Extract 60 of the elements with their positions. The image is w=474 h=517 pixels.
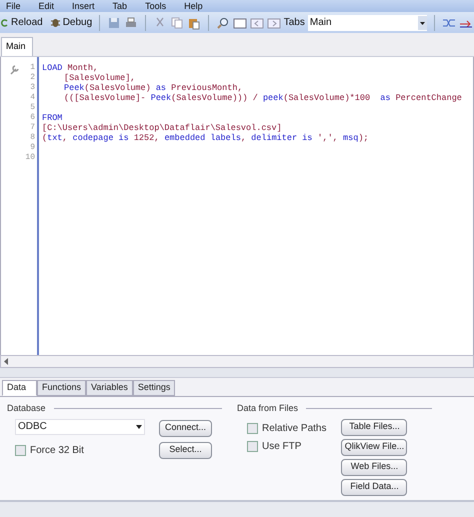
action-button[interactable]: Connect... bbox=[159, 420, 212, 436]
scroll-left-icon[interactable] bbox=[4, 358, 9, 365]
line-number: 1 bbox=[30, 63, 35, 73]
menu-item[interactable]: Help bbox=[184, 2, 203, 10]
tab-left-icon[interactable] bbox=[250, 16, 264, 30]
line-number: 7 bbox=[30, 123, 35, 133]
tabs-label: Tabs bbox=[284, 16, 305, 30]
menu-item[interactable]: Edit bbox=[38, 2, 54, 10]
code-line: [SalesVolume], bbox=[64, 73, 136, 83]
database-dropdown[interactable]: ODBC bbox=[15, 418, 145, 434]
printer-icon[interactable] bbox=[124, 16, 138, 30]
menu-item[interactable]: File bbox=[6, 2, 21, 10]
copy-icon[interactable] bbox=[170, 16, 184, 30]
menu-item[interactable]: Tab bbox=[112, 2, 128, 10]
panel-tab[interactable]: Variables bbox=[86, 380, 133, 396]
line-number: 8 bbox=[30, 133, 35, 143]
refresh-icon bbox=[1, 18, 9, 28]
action-button[interactable]: Select... bbox=[159, 442, 212, 458]
search-icon[interactable] bbox=[216, 16, 230, 30]
code-line: LOAD Month, bbox=[42, 63, 98, 73]
code-line: FROM bbox=[42, 113, 62, 123]
line-number: 6 bbox=[30, 113, 35, 123]
checkbox[interactable] bbox=[247, 440, 258, 452]
script-editor[interactable] bbox=[0, 57, 474, 355]
tab-right-icon[interactable] bbox=[266, 16, 281, 30]
menu-item[interactable]: Tools bbox=[145, 2, 166, 10]
checkbox[interactable] bbox=[15, 444, 26, 456]
code-line: [C:\Users\admin\Desktop\Dataflair\Salesvol.csv] bbox=[42, 123, 282, 133]
section-title: Data from Files bbox=[237, 402, 298, 415]
wrench-icon bbox=[9, 65, 19, 75]
checkbox-label: Use FTP bbox=[262, 440, 302, 454]
line-number: 5 bbox=[30, 103, 35, 113]
checkbox-label: Relative Paths bbox=[262, 422, 326, 436]
script-tab[interactable]: Main bbox=[1, 37, 33, 56]
bug-icon bbox=[50, 17, 61, 28]
section-title: Database bbox=[7, 402, 46, 415]
horizontal-scrollbar[interactable] bbox=[0, 355, 474, 368]
action-button[interactable]: QlikView File... bbox=[341, 438, 408, 456]
action-button[interactable]: Web Files... bbox=[341, 458, 408, 476]
panel-tab[interactable]: Settings bbox=[132, 380, 176, 396]
dropdown-arrow-icon bbox=[136, 424, 142, 428]
line-number: 9 bbox=[30, 143, 35, 153]
debug-button[interactable]: Debug bbox=[50, 15, 92, 30]
menu-item[interactable]: Insert bbox=[72, 2, 95, 10]
line-number: 4 bbox=[30, 93, 35, 103]
panel-tab[interactable]: Functions bbox=[37, 380, 86, 396]
action-button[interactable]: Field Data... bbox=[341, 478, 408, 496]
code-line: (txt, codepage is 1252, embedded labels, delimiter is ',', msq); bbox=[42, 133, 369, 143]
panel-tab[interactable]: Data bbox=[2, 380, 38, 396]
code-line: (([SalesVolume]- Peek(SalesVolume))) / peek(SalesVolume)*100 as PercentChange bbox=[64, 93, 462, 103]
reload-button[interactable]: Reload bbox=[1, 15, 43, 30]
checkbox[interactable] bbox=[247, 422, 258, 434]
checkbox-label: Force 32 Bit bbox=[30, 444, 84, 458]
tabs-dropdown[interactable]: Main bbox=[308, 14, 428, 30]
line-number: 3 bbox=[30, 83, 35, 93]
action-button[interactable]: Table Files... bbox=[341, 418, 408, 436]
save-icon[interactable] bbox=[107, 16, 122, 30]
code-line: Peek(SalesVolume) as PreviousMonth, bbox=[64, 83, 243, 93]
line-number: 2 bbox=[30, 73, 35, 83]
line-number: 10 bbox=[25, 153, 35, 163]
